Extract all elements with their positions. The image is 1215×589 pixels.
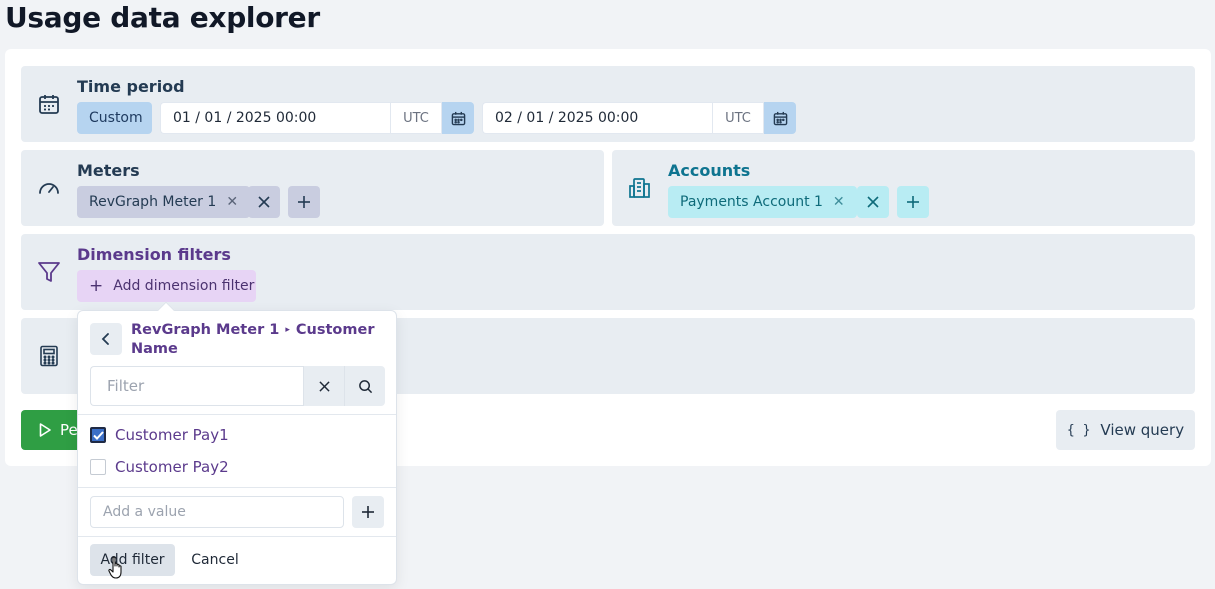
add-value-input[interactable]: Add a value xyxy=(90,496,344,528)
hand-cursor-icon xyxy=(108,556,122,579)
search-button[interactable] xyxy=(344,366,385,406)
start-calendar-button[interactable] xyxy=(442,102,474,134)
checkbox-checked[interactable] xyxy=(90,427,106,443)
start-timezone-label: UTC xyxy=(390,102,442,134)
end-datetime-group: 02 / 01 / 2025 00:00 UTC xyxy=(482,102,796,134)
dimension-filters-title: Dimension filters xyxy=(77,245,231,264)
time-preset-select[interactable]: Custom xyxy=(77,102,152,134)
close-icon xyxy=(867,196,879,208)
value-option[interactable]: Customer Pay1 xyxy=(90,423,229,447)
time-period-title: Time period xyxy=(77,77,185,96)
calendar-icon xyxy=(37,92,61,116)
accounts-title: Accounts xyxy=(668,161,751,180)
plus-icon xyxy=(298,196,310,208)
meter-chip[interactable]: RevGraph Meter 1 ✕ xyxy=(77,186,251,218)
add-account-button[interactable] xyxy=(897,186,929,218)
page-title: Usage data explorer xyxy=(5,1,320,34)
value-search-group: Filter xyxy=(90,366,385,406)
clear-meters-button[interactable] xyxy=(248,186,280,218)
divider xyxy=(78,487,396,488)
view-query-button[interactable]: { } View query xyxy=(1056,410,1195,450)
play-icon xyxy=(39,423,51,437)
filter-icon xyxy=(37,260,61,284)
add-dimension-filter-button[interactable]: + Add dimension filter xyxy=(77,270,256,302)
add-meter-button[interactable] xyxy=(288,186,320,218)
plus-icon xyxy=(907,196,919,208)
popover-breadcrumb: RevGraph Meter 1 ▸ Customer Name xyxy=(131,321,386,359)
add-filter-button[interactable]: Add filter xyxy=(90,544,175,576)
breadcrumb-meter: RevGraph Meter 1 xyxy=(131,322,280,338)
building-icon xyxy=(628,176,652,200)
run-query-button[interactable]: Pe xyxy=(21,410,81,450)
add-value-button[interactable] xyxy=(352,496,384,528)
plus-icon xyxy=(362,506,374,518)
back-button[interactable] xyxy=(90,323,122,355)
calendar-icon xyxy=(451,111,465,125)
value-option-label: Customer Pay1 xyxy=(115,426,229,444)
start-datetime-group: 01 / 01 / 2025 00:00 UTC xyxy=(160,102,474,134)
end-timezone-label: UTC xyxy=(712,102,764,134)
run-query-label: Pe xyxy=(60,421,78,439)
time-period-section: Time period Custom 01 / 01 / 2025 00:00 … xyxy=(21,66,1195,142)
dimension-filter-popover: RevGraph Meter 1 ▸ Customer Name Filter Cu… xyxy=(77,301,397,585)
account-chip-label: Payments Account 1 xyxy=(680,194,823,210)
calculator-icon xyxy=(37,344,61,368)
cancel-button[interactable]: Cancel xyxy=(185,544,245,576)
close-icon xyxy=(258,196,270,208)
calendar-icon xyxy=(773,111,787,125)
accounts-section: Accounts Payments Account 1 ✕ xyxy=(612,150,1195,226)
clear-accounts-button[interactable] xyxy=(857,186,889,218)
plus-icon: + xyxy=(89,275,104,296)
meters-title: Meters xyxy=(77,161,140,180)
divider xyxy=(78,414,396,415)
meter-chip-label: RevGraph Meter 1 xyxy=(89,194,217,210)
checkmark-icon xyxy=(92,430,104,440)
value-option-label: Customer Pay2 xyxy=(115,458,229,476)
value-search-input[interactable]: Filter xyxy=(90,366,303,406)
meters-section: Meters RevGraph Meter 1 ✕ xyxy=(21,150,604,226)
search-icon xyxy=(358,379,372,393)
checkbox-unchecked[interactable] xyxy=(90,459,106,475)
end-datetime-input[interactable]: 02 / 01 / 2025 00:00 xyxy=(482,102,712,134)
remove-meter-icon[interactable]: ✕ xyxy=(226,194,238,210)
dimension-filters-section: Dimension filters + Add dimension filter xyxy=(21,234,1195,310)
start-datetime-input[interactable]: 01 / 01 / 2025 00:00 xyxy=(160,102,390,134)
code-braces-icon: { } xyxy=(1066,422,1091,438)
breadcrumb-separator-icon: ▸ xyxy=(285,325,290,335)
divider xyxy=(78,536,396,537)
remove-account-icon[interactable]: ✕ xyxy=(833,194,845,210)
value-option[interactable]: Customer Pay2 xyxy=(90,455,229,479)
clear-search-button[interactable] xyxy=(303,366,344,406)
end-calendar-button[interactable] xyxy=(764,102,796,134)
close-icon xyxy=(318,380,330,392)
add-dimension-filter-label: Add dimension filter xyxy=(113,278,255,294)
view-query-label: View query xyxy=(1100,421,1185,439)
chevron-left-icon xyxy=(101,333,109,345)
account-chip[interactable]: Payments Account 1 ✕ xyxy=(668,186,857,218)
gauge-icon xyxy=(37,176,61,200)
